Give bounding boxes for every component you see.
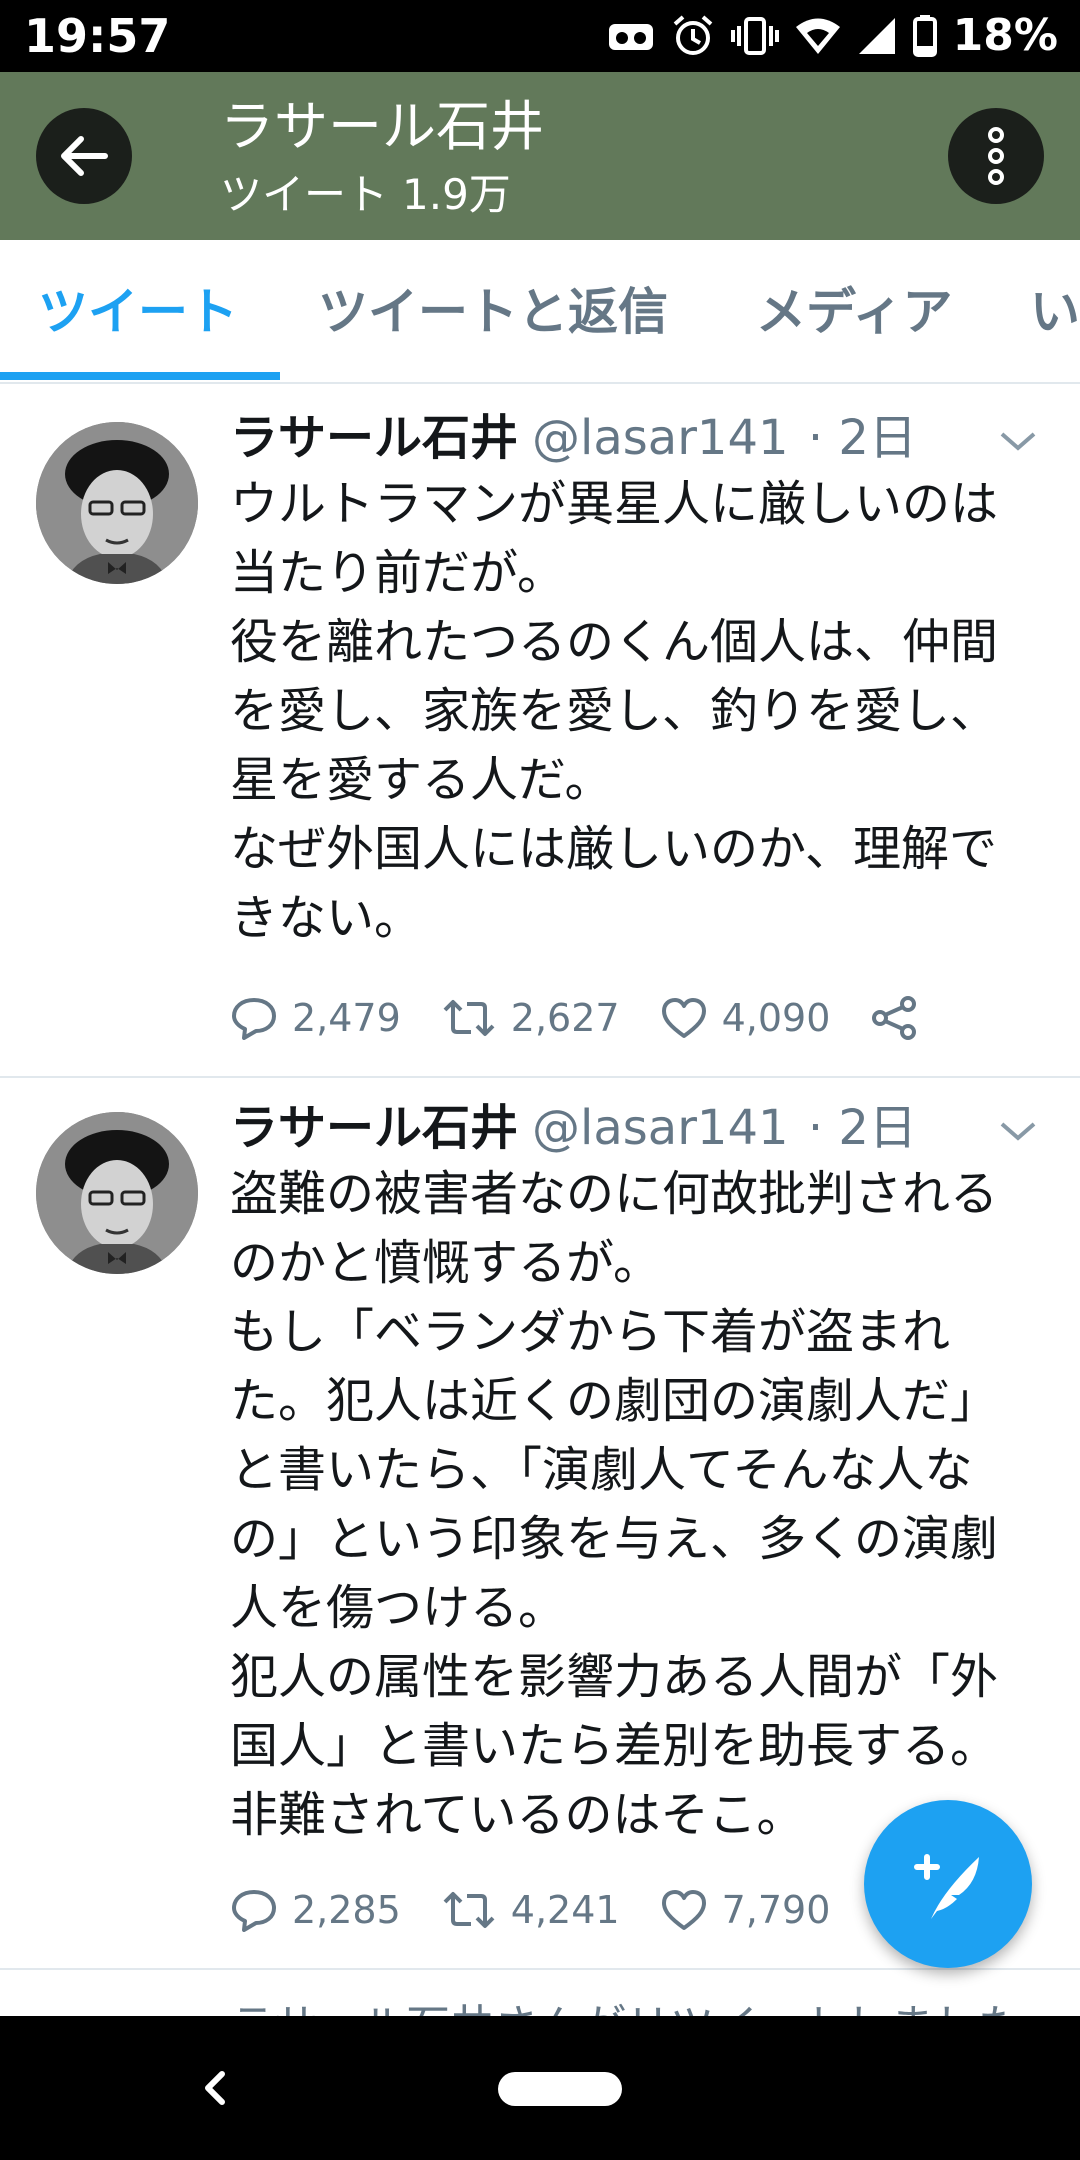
nav-home-pill[interactable] [498, 2072, 622, 2106]
tweet-text-line: なぜ外国人には厳しいのか、理解で [230, 821, 998, 877]
tweet-text-line: を愛し、家族を愛し、釣りを愛し、 [230, 683, 999, 739]
tweet-text-line: 役を離れたつるのくん個人は、仲間 [230, 614, 999, 670]
signal-icon [858, 18, 895, 54]
tweet-count: ツイート 1.9万 [220, 170, 511, 220]
tweet-author-handle: @lasar141 [532, 1100, 789, 1156]
avatar-photo [36, 1112, 198, 1274]
like-button[interactable]: 7,790 [660, 1888, 831, 1932]
tweet-text: ウルトラマンが異星人に厳しいのは 当たり前だが。 役を離れたつるのくん個人は、仲… [230, 470, 1060, 953]
tweet-header: ラサール石井 @lasar141 · 2日 [230, 1096, 917, 1160]
profile-tabs: ツイート ツイートと返信 メディア い [0, 240, 1080, 384]
reply-count: 2,285 [292, 1888, 401, 1932]
like-button[interactable]: 4,090 [660, 996, 831, 1040]
retweet-icon [443, 1000, 495, 1036]
tweet-actions: 2,479 2,627 4,090 [230, 988, 958, 1048]
chevron-down-icon[interactable] [998, 426, 1038, 456]
more-options-button[interactable] [948, 108, 1044, 204]
retweet-button[interactable]: 4,241 [441, 1888, 620, 1932]
like-count: 7,790 [721, 1888, 831, 1932]
compose-feather-icon [914, 1854, 979, 1919]
tweet-text-line: た。犯人は近くの劇団の演劇人だ」 [230, 1373, 999, 1429]
chevron-down-icon[interactable] [998, 1116, 1038, 1146]
avatar[interactable] [36, 422, 198, 584]
like-count: 4,090 [721, 996, 831, 1040]
share-icon [872, 996, 917, 1040]
tweet-timestamp: · 2日 [807, 1100, 917, 1156]
tweet-count-label: ツイート [220, 170, 389, 219]
tweet-text-line: の」という印象を与え、多くの演劇 [230, 1511, 999, 1567]
vibrate-icon [730, 17, 779, 55]
battery-icon [912, 15, 937, 57]
tweet-text-line: 星を愛する人だ。 [230, 752, 613, 808]
tweet-author-handle: @lasar141 [532, 410, 789, 466]
alarm-icon [673, 15, 712, 55]
tweet-text-line: 国人」と書いたら差別を助長する。 [230, 1718, 999, 1774]
tweet-text-line: のかと憤慨するが。 [230, 1235, 662, 1291]
avatar-photo [36, 422, 198, 584]
reply-count: 2,479 [292, 996, 401, 1040]
heart-icon [661, 998, 706, 1038]
reply-button[interactable]: 2,479 [230, 996, 401, 1040]
heart-icon [661, 1890, 706, 1930]
tweet-author-name[interactable]: ラサール石井 [230, 410, 518, 466]
reply-button[interactable]: 2,285 [230, 1888, 401, 1932]
battery-percent: 18% [952, 10, 1058, 61]
tweet-actions: 2,285 4,241 7,790 [230, 1880, 870, 1940]
status-bar: 19:57 18% [0, 0, 1080, 72]
tweet-text-line: ウルトラマンが異星人に厳しいのは [230, 476, 999, 532]
retweet-count: 2,627 [510, 996, 620, 1040]
tab-likes[interactable]: い [1030, 280, 1080, 344]
retweet-count: 4,241 [510, 1888, 620, 1932]
tweet-author-name[interactable]: ラサール石井 [230, 1100, 518, 1156]
tweet-count-value: 1.9万 [402, 170, 511, 219]
tweet[interactable]: ラサール石井 @lasar141 · 2日 ウルトラマンが異星人に厳しいのは 当た… [0, 386, 1080, 1076]
retweet-icon [443, 1892, 495, 1928]
vr-icon [608, 24, 653, 50]
tweet-text-line: と書いたら、「演劇人てそんな人な [230, 1442, 973, 1498]
active-tab-indicator [0, 372, 280, 380]
page-title: ラサール石井 [220, 95, 544, 158]
reply-icon [232, 1890, 276, 1932]
nav-back-icon[interactable] [186, 2058, 246, 2118]
tweet-text-line: 盗難の被害者なのに何故批判される [230, 1166, 999, 1222]
tab-media[interactable]: メディア [756, 280, 953, 344]
tweet-text-line: きない。 [230, 890, 423, 946]
profile-header: ラサール石井 ツイート 1.9万 [0, 72, 1080, 240]
tweet-header: ラサール石井 @lasar141 · 2日 [230, 406, 917, 470]
status-time: 19:57 [24, 9, 171, 63]
compose-tweet-button[interactable] [864, 1800, 1032, 1968]
tweet-timestamp: · 2日 [807, 410, 917, 466]
status-icons: 18% [607, 10, 1058, 62]
tweet-text-line: 犯人の属性を影響力ある人間が「外 [230, 1649, 999, 1705]
wifi-icon [795, 18, 840, 54]
avatar[interactable] [36, 1112, 198, 1274]
retweet-button[interactable]: 2,627 [441, 996, 620, 1040]
system-nav-bar [0, 2016, 1080, 2160]
tweet-text-line: 当たり前だが。 [230, 545, 566, 601]
back-button[interactable] [36, 108, 132, 204]
tab-tweets-and-replies[interactable]: ツイートと返信 [318, 280, 668, 344]
reply-icon [232, 998, 276, 1040]
arrow-left-icon [61, 136, 108, 176]
share-button[interactable] [870, 994, 918, 1042]
more-vertical-icon [988, 127, 1004, 185]
tweet-text-line: もし「ベランダから下着が盗まれ [230, 1304, 951, 1360]
tweet-text: 盗難の被害者なのに何故批判される のかと憤慨するが。 もし「ベランダから下着が盗… [230, 1160, 1060, 1850]
tab-tweets[interactable]: ツイート [38, 280, 238, 344]
tweet-text-line: 人を傷つける。 [230, 1580, 567, 1636]
tweet-divider [0, 1968, 1080, 1970]
